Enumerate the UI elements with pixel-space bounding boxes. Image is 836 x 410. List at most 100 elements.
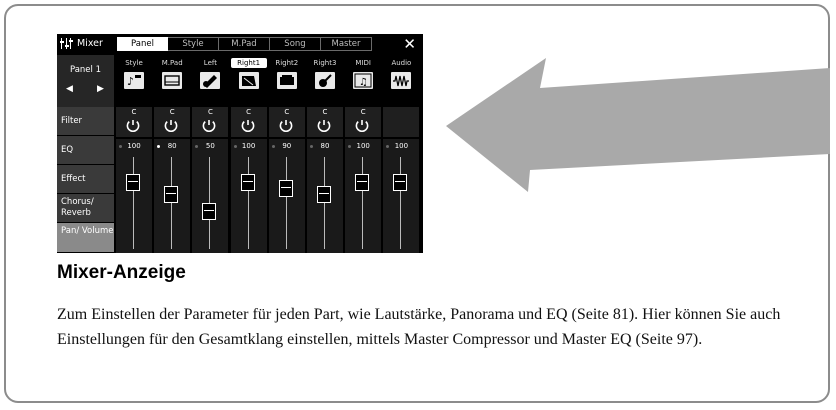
volume-cell: 100	[345, 139, 382, 253]
app-title: Mixer	[60, 38, 103, 49]
sidebar-item-label: Chorus/ Reverb	[61, 197, 94, 218]
volume-fader[interactable]	[393, 173, 408, 191]
volume-cell: 90	[268, 139, 305, 253]
pan-value: C	[207, 108, 213, 116]
channel-name[interactable]: Left	[192, 59, 228, 67]
volume-value: 90	[282, 142, 292, 150]
pan-knob[interactable]	[355, 118, 369, 132]
volume-fader[interactable]	[164, 185, 179, 203]
volume-value: 100	[356, 142, 370, 150]
channel-strip-right2: Right2 C 90	[268, 55, 305, 253]
tab-bar: Panel Style M.Pad Song Master	[117, 37, 372, 51]
tab-song[interactable]: Song	[270, 37, 321, 51]
volume-cell: 100	[383, 139, 420, 253]
pan-cell: C	[268, 107, 305, 137]
channel-name[interactable]: Style	[116, 59, 152, 67]
note-icon[interactable]: ♫	[353, 72, 374, 89]
pan-knob[interactable]	[279, 118, 293, 132]
channel-name[interactable]: Right3	[307, 59, 343, 67]
volume-fader[interactable]	[240, 173, 255, 191]
pan-value: C	[322, 108, 328, 116]
sidebar-item-pan-volume[interactable]: Pan/ Volume	[57, 223, 114, 253]
channel-strip-m-pad: M.Pad C 80	[154, 55, 191, 253]
style-icon[interactable]: ♪	[124, 72, 144, 89]
volume-fader[interactable]	[355, 173, 370, 191]
pan-cell: C	[154, 107, 191, 137]
triangle-left-icon[interactable]: ◀	[66, 84, 73, 94]
pad-icon[interactable]	[162, 72, 183, 89]
tab-panel[interactable]: Panel	[117, 37, 168, 51]
pan-knob[interactable]	[317, 118, 331, 132]
sidebar-item-eq[interactable]: EQ	[57, 136, 114, 165]
piano-icon[interactable]	[238, 72, 259, 89]
channel-strip-right3: Right3 C 80	[307, 55, 343, 253]
volume-fader[interactable]	[126, 173, 140, 191]
close-icon[interactable]: ✕	[403, 35, 416, 53]
fader-track	[285, 157, 287, 249]
pan-cell	[383, 107, 420, 137]
fader-track	[247, 157, 249, 249]
keyboard-icon[interactable]	[276, 72, 297, 89]
fader-track	[400, 157, 402, 249]
pan-value: C	[246, 108, 252, 116]
volume-cell: 100	[116, 139, 152, 253]
tab-m-pad[interactable]: M.Pad	[219, 37, 270, 51]
arrow-pointer	[446, 58, 830, 192]
mixer-icon	[60, 38, 73, 49]
strings-icon[interactable]	[200, 72, 221, 89]
svg-text:♪: ♪	[127, 75, 134, 88]
pan-cell: C	[230, 107, 267, 137]
volume-value: 50	[205, 142, 215, 150]
channel-name[interactable]: MIDI	[345, 59, 381, 67]
sidebar-item-label: EQ	[61, 145, 74, 155]
app-title-label: Mixer	[77, 38, 103, 49]
caption-title: Mixer-Anzeige	[57, 262, 186, 283]
mixer-screen: Mixer Panel Style M.Pad Song Master ✕ Panel …	[57, 34, 423, 253]
channel-name[interactable]: Right2	[269, 59, 305, 67]
channel-strip-right1: Right1 C 100	[230, 55, 267, 253]
waveform-icon[interactable]	[391, 72, 412, 89]
sidebar: Filter EQ Effect Chorus/ Reverb Pan/ Volume	[57, 107, 114, 253]
volume-fader[interactable]	[202, 202, 217, 220]
sidebar-item-chorus-reverb[interactable]: Chorus/ Reverb	[57, 194, 114, 223]
fader-track	[324, 157, 325, 249]
channel-name[interactable]: Audio	[383, 59, 419, 67]
guitar-icon[interactable]	[315, 72, 335, 89]
volume-value: 100	[241, 142, 256, 150]
pan-knob[interactable]	[202, 118, 216, 132]
volume-value: 80	[167, 142, 177, 150]
pan-value: C	[169, 108, 175, 116]
volume-fader[interactable]	[317, 185, 331, 203]
volume-value: 80	[320, 142, 330, 150]
panel-label: Panel 1	[69, 65, 102, 75]
channel-strip-style: Style ♪ C 100	[116, 55, 152, 253]
volume-value: 100	[394, 142, 409, 150]
pan-value: C	[284, 108, 290, 116]
sidebar-item-label: Filter	[61, 116, 83, 126]
triangle-right-icon[interactable]: ▶	[97, 84, 104, 94]
fader-track	[362, 157, 364, 249]
fader-track	[133, 157, 134, 249]
volume-cell: 100	[230, 139, 267, 253]
volume-cell: 50	[192, 139, 229, 253]
channel-name[interactable]: Right1	[230, 58, 267, 68]
panel-selector: Panel 1 ◀ ▶	[57, 55, 114, 107]
volume-cell: 80	[307, 139, 343, 253]
tab-master[interactable]: Master	[321, 37, 372, 51]
volume-fader[interactable]	[278, 179, 293, 197]
sidebar-item-filter[interactable]: Filter	[57, 107, 114, 136]
sidebar-item-effect[interactable]: Effect	[57, 165, 114, 194]
fader-track	[171, 157, 173, 249]
caption-text: Zum Einstellen der Parameter für jeden P…	[57, 306, 781, 348]
volume-cell: 80	[154, 139, 191, 253]
pan-knob[interactable]	[241, 118, 255, 132]
sidebar-item-label: Pan/ Volume	[61, 226, 114, 236]
tab-style[interactable]: Style	[168, 37, 219, 51]
svg-text:♫: ♫	[359, 77, 368, 88]
pan-value: C	[131, 108, 137, 116]
channel-strip-audio: Audio 100	[383, 55, 420, 253]
channel-name[interactable]: M.Pad	[154, 59, 190, 67]
pan-knob[interactable]	[126, 118, 140, 132]
pan-knob[interactable]	[164, 118, 178, 132]
pan-cell: C	[192, 107, 229, 137]
